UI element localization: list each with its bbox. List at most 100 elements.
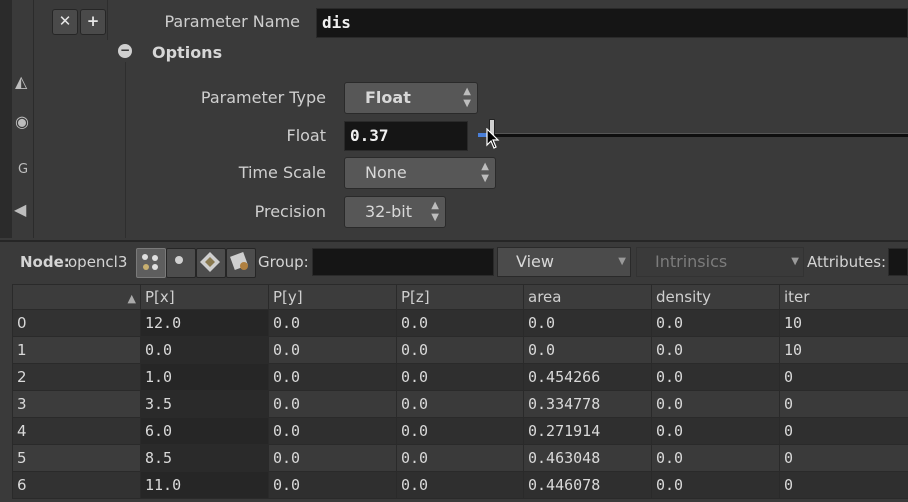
cell-py[interactable]: 0.0 [268,444,397,472]
cell-density[interactable]: 0.0 [651,363,780,391]
detail-mode-button[interactable] [226,248,256,278]
spreadsheet-toolbar: Node: opencl3 Group: View ▼ Intrinsics ▼… [0,240,908,282]
time-scale-menu[interactable]: None ▲ ▼ [344,157,496,189]
table-row[interactable]: 1 0.0 0.0 0.0 0.0 0.0 10 [12,336,908,364]
column-header-iter[interactable]: iter [779,284,908,310]
cell-iter[interactable]: 0 [779,444,908,472]
attributes-field[interactable] [888,248,908,276]
collapse-left-icon[interactable]: ◀ [14,200,26,219]
table-row[interactable]: 4 6.0 0.0 0.0 0.271914 0.0 0 [12,417,908,445]
sort-ascending-icon: ▲ [127,292,136,305]
cell-iter[interactable]: 0 [779,471,908,499]
cell-py[interactable]: 0.0 [268,417,397,445]
float-slider-track[interactable] [478,133,908,137]
primitive-icon [200,252,220,272]
cell-index[interactable]: 6 [12,471,141,499]
parameter-name-label: Parameter Name [164,12,300,31]
cell-py[interactable]: 0.0 [268,336,397,364]
cell-index[interactable]: 4 [12,417,141,445]
cell-iter[interactable]: 0 [779,390,908,418]
column-header-density[interactable]: density [651,284,780,310]
remove-parameter-button[interactable]: ✕ [52,9,78,35]
table-row[interactable]: 5 8.5 0.0 0.0 0.463048 0.0 0 [12,444,908,472]
dropdown-arrow-icon: ▼ [791,256,799,267]
cell-density[interactable]: 0.0 [651,309,780,337]
cell-pz[interactable]: 0.0 [396,444,524,472]
cell-index[interactable]: 3 [12,390,141,418]
cell-area[interactable]: 0.454266 [523,363,652,391]
cell-pz[interactable]: 0.0 [396,309,524,337]
cell-area[interactable]: 0.463048 [523,444,652,472]
node-label: Node: [20,253,70,271]
cell-py[interactable]: 0.0 [268,363,397,391]
cell-px[interactable]: 1.0 [140,363,269,391]
light-icon[interactable]: ◭ [15,72,27,91]
vertex-icon [175,256,183,264]
cell-iter[interactable]: 10 [779,309,908,337]
cell-px[interactable]: 3.5 [140,390,269,418]
partial-tab-label[interactable]: G [18,162,28,177]
precision-value: 32-bit [365,202,413,221]
cell-area[interactable]: 0.446078 [523,471,652,499]
table-row[interactable]: 6 11.0 0.0 0.0 0.446078 0.0 0 [12,471,908,499]
cell-pz[interactable]: 0.0 [396,363,524,391]
cell-px[interactable]: 8.5 [140,444,269,472]
tool-button-group: ✕ + [48,0,108,40]
cell-px[interactable]: 12.0 [140,309,269,337]
options-header[interactable]: Options [152,43,222,62]
cell-px[interactable]: 6.0 [140,417,269,445]
camera-icon[interactable]: ◉ [15,112,29,131]
cell-py[interactable]: 0.0 [268,309,397,337]
cell-pz[interactable]: 0.0 [396,336,524,364]
points-mode-button[interactable] [136,248,166,278]
x-icon: ✕ [58,12,72,30]
view-menu[interactable]: View ▼ [497,247,631,277]
group-field[interactable] [312,248,494,276]
table-row[interactable]: 2 1.0 0.0 0.0 0.454266 0.0 0 [12,363,908,391]
cell-pz[interactable]: 0.0 [396,471,524,499]
cell-px[interactable]: 0.0 [140,336,269,364]
cell-index[interactable]: 5 [12,444,141,472]
float-value-field[interactable]: 0.37 [344,121,468,151]
primitives-mode-button[interactable] [196,248,226,278]
cell-pz[interactable]: 0.0 [396,417,524,445]
cell-iter[interactable]: 10 [779,336,908,364]
collapse-options-icon[interactable]: − [118,44,132,58]
cell-pz[interactable]: 0.0 [396,390,524,418]
cell-index[interactable]: 1 [12,336,141,364]
intrinsics-menu[interactable]: Intrinsics ▼ [636,247,804,277]
cell-density[interactable]: 0.0 [651,444,780,472]
cell-density[interactable]: 0.0 [651,471,780,499]
cell-iter[interactable]: 0 [779,363,908,391]
cell-density[interactable]: 0.0 [651,336,780,364]
index-column-header[interactable]: ▲ [12,284,141,310]
cell-iter[interactable]: 0 [779,417,908,445]
cell-py[interactable]: 0.0 [268,390,397,418]
cell-area[interactable]: 0.271914 [523,417,652,445]
cell-area[interactable]: 0.0 [523,309,652,337]
cell-index[interactable]: 0 [12,309,141,337]
cell-density[interactable]: 0.0 [651,417,780,445]
column-header-area[interactable]: area [523,284,652,310]
node-name[interactable]: opencl3 [68,253,127,271]
column-header-px[interactable]: P[x] [140,284,269,310]
header-row: ▲ P[x] P[y] P[z] area density iter [12,284,908,310]
cell-density[interactable]: 0.0 [651,390,780,418]
table-row[interactable]: 0 12.0 0.0 0.0 0.0 0.0 10 [12,309,908,337]
updown-arrows-icon: ▲ ▼ [463,86,471,109]
precision-label: Precision [254,202,326,221]
cell-area[interactable]: 0.0 [523,336,652,364]
cell-area[interactable]: 0.334778 [523,390,652,418]
precision-menu[interactable]: 32-bit ▲ ▼ [344,196,446,228]
parameter-type-menu[interactable]: Float ▲ ▼ [344,82,478,114]
table-row[interactable]: 3 3.5 0.0 0.0 0.334778 0.0 0 [12,390,908,418]
column-header-py[interactable]: P[y] [268,284,397,310]
float-label: Float [286,126,326,145]
cell-py[interactable]: 0.0 [268,471,397,499]
parameter-name-field[interactable]: dis [316,8,908,38]
add-parameter-button[interactable]: + [80,9,106,35]
column-header-pz[interactable]: P[z] [396,284,524,310]
vertices-mode-button[interactable] [166,248,196,278]
cell-index[interactable]: 2 [12,363,141,391]
cell-px[interactable]: 11.0 [140,471,269,499]
